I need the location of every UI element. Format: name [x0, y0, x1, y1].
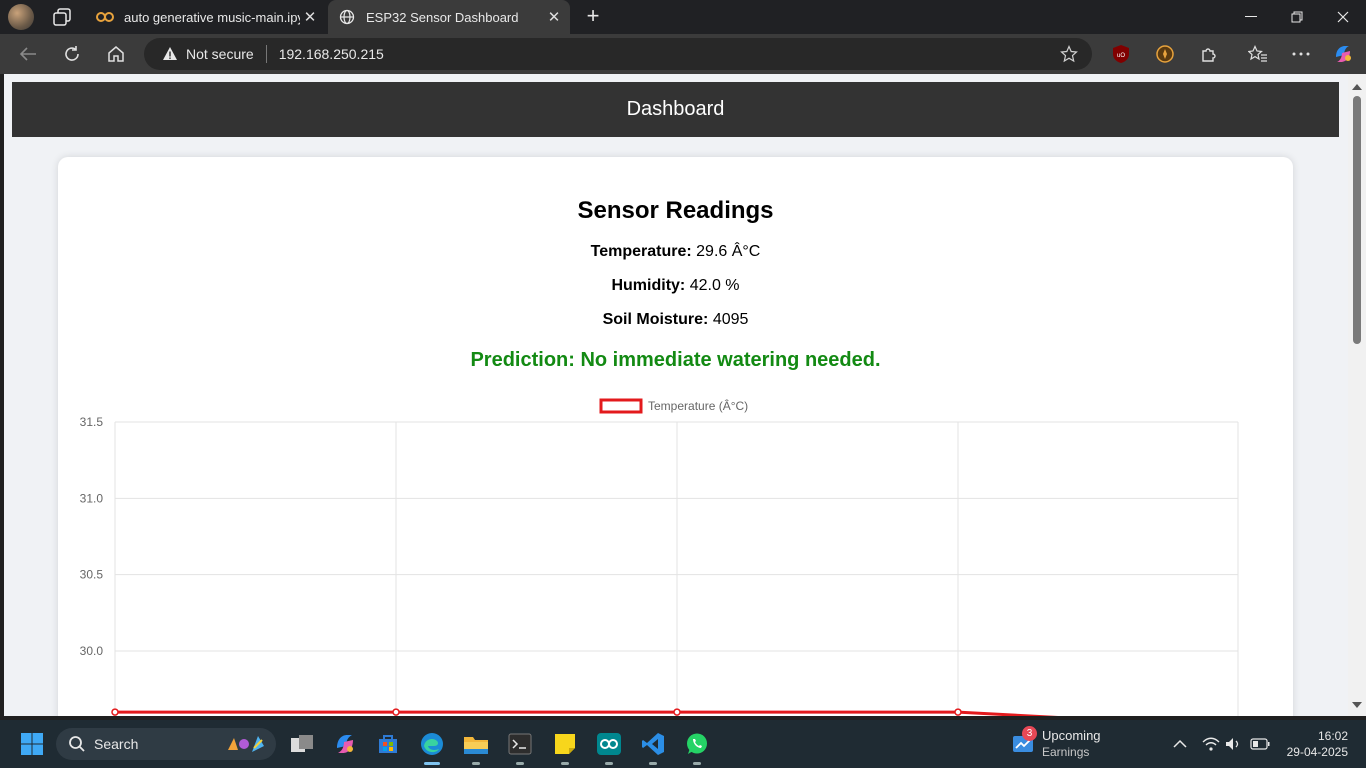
legend-swatch [599, 398, 643, 414]
sensor-card: Sensor Readings Temperature: 29.6 Â°C Hu… [58, 157, 1293, 716]
colab-icon [96, 8, 114, 26]
page-scrollbar[interactable] [1348, 74, 1366, 716]
open-app-indicator [516, 762, 524, 765]
open-app-indicator [649, 762, 657, 765]
tab-esp32-dashboard[interactable]: ESP32 Sensor Dashboard ✕ [328, 0, 570, 34]
prediction-text: Prediction: No immediate watering needed… [470, 349, 881, 371]
page-header: Dashboard [12, 82, 1339, 137]
chart-canvas: Temperature (Â°C) 31.5 31.0 30.5 30.0 [80, 398, 1239, 716]
warning-icon[interactable] [162, 46, 178, 62]
humidity-reading: Humidity: 42.0 % [58, 277, 1293, 295]
wifi-icon[interactable] [1201, 734, 1221, 754]
notification-badge: 3 [1022, 726, 1037, 741]
temperature-reading: Temperature: 29.6 Â°C [58, 243, 1293, 261]
favorites-icon[interactable] [1246, 42, 1270, 66]
widget-title: Upcoming [1042, 728, 1101, 743]
scrollbar-thumb[interactable] [1353, 96, 1361, 344]
workspaces-icon[interactable] [52, 8, 72, 26]
search-label: Search [94, 736, 139, 752]
edge-icon[interactable] [418, 730, 446, 758]
profile-avatar[interactable] [8, 4, 34, 30]
clock-date: 29-04-2025 [1286, 745, 1348, 759]
tab-strip: auto generative music-main.ipynb ✕ ESP32… [0, 0, 1366, 34]
file-explorer-icon[interactable] [462, 730, 490, 758]
url-text[interactable]: 192.168.250.215 [279, 46, 384, 62]
extension-icon[interactable] [1153, 42, 1177, 66]
scroll-up-icon[interactable] [1352, 84, 1362, 90]
back-arrow-icon[interactable] [16, 42, 40, 66]
y-tick-label: 30.5 [80, 568, 104, 582]
arduino-icon[interactable] [595, 730, 623, 758]
clock-time: 16:02 [1317, 729, 1348, 743]
copilot-icon[interactable] [1331, 42, 1355, 66]
tab-title: ESP32 Sensor Dashboard [366, 9, 519, 25]
search-icon [68, 735, 86, 753]
open-app-indicator [472, 762, 480, 765]
search-highlight-icon [224, 732, 268, 756]
globe-icon [338, 8, 356, 26]
svg-text:uO: uO [1117, 53, 1125, 59]
active-app-indicator [424, 762, 440, 765]
open-app-indicator [693, 762, 701, 765]
tab-title: auto generative music-main.ipynb [124, 9, 300, 25]
open-app-indicator [605, 762, 613, 765]
toolbar: Not secure 192.168.250.215 uO [0, 34, 1366, 74]
vscode-icon[interactable] [639, 730, 667, 758]
terminal-icon[interactable] [506, 730, 534, 758]
security-label[interactable]: Not secure [186, 46, 254, 62]
temperature-value: 29.6 Â°C [696, 243, 761, 260]
whatsapp-icon[interactable] [683, 730, 711, 758]
battery-icon[interactable] [1250, 734, 1270, 754]
open-app-indicator [561, 762, 569, 765]
humidity-label: Humidity: [611, 277, 686, 294]
close-tab-icon[interactable]: ✕ [544, 8, 564, 26]
temperature-label: Temperature: [590, 243, 692, 260]
data-point [111, 708, 119, 716]
page-title: Dashboard [626, 98, 725, 120]
more-options-icon[interactable] [1289, 42, 1313, 66]
refresh-icon[interactable] [60, 42, 84, 66]
card-title: Sensor Readings [577, 197, 774, 224]
favorite-star-icon[interactable] [1060, 45, 1078, 63]
tab-colab[interactable]: auto generative music-main.ipynb ✕ [86, 0, 326, 34]
data-point [392, 708, 400, 716]
chevron-up-icon[interactable] [1170, 734, 1190, 754]
taskbar-search[interactable]: Search [56, 728, 276, 760]
ublock-icon[interactable]: uO [1109, 42, 1133, 66]
temperature-chart: Temperature (Â°C) 31.5 31.0 30.5 30.0 [58, 389, 1293, 716]
system-clock[interactable]: 16:02 29-04-2025 [1287, 728, 1348, 760]
store-icon[interactable] [374, 730, 402, 758]
new-tab-button[interactable]: + [582, 5, 604, 27]
sticky-notes-icon[interactable] [551, 730, 579, 758]
y-tick-label: 31.0 [80, 491, 104, 505]
soil-moisture-reading: Soil Moisture: 4095 [58, 311, 1293, 329]
close-tab-icon[interactable]: ✕ [300, 8, 320, 26]
page-viewport: Dashboard Sensor Readings Temperature: 2… [4, 74, 1348, 716]
legend-label: Temperature (Â°C) [648, 398, 748, 413]
restore-icon[interactable] [1274, 0, 1320, 34]
scroll-down-icon[interactable] [1352, 702, 1362, 708]
stocks-icon: 3 [1012, 726, 1037, 756]
data-point [673, 708, 681, 716]
task-view-icon[interactable] [288, 730, 316, 758]
data-point [954, 708, 962, 716]
home-icon[interactable] [104, 42, 128, 66]
volume-icon[interactable] [1224, 734, 1244, 754]
y-tick-label: 31.5 [80, 415, 104, 429]
soil-moisture-value: 4095 [712, 311, 749, 328]
taskbar: Search 3 Upcoming Earnings 16:02 29-04-2… [0, 720, 1366, 768]
extensions-puzzle-icon[interactable] [1197, 42, 1221, 66]
widget-subtitle: Earnings [1042, 745, 1090, 759]
copilot-app-icon[interactable] [331, 730, 359, 758]
soil-moisture-label: Soil Moisture: [602, 311, 709, 328]
windows-start-icon[interactable] [18, 730, 46, 758]
divider [265, 45, 267, 63]
y-tick-label: 30.0 [80, 644, 104, 658]
address-bar[interactable]: Not secure 192.168.250.215 [144, 38, 1092, 70]
widgets-button[interactable]: 3 Upcoming Earnings [1012, 726, 1101, 762]
close-window-icon[interactable] [1320, 0, 1366, 34]
humidity-value: 42.0 % [689, 277, 740, 294]
minimize-icon[interactable] [1228, 0, 1274, 34]
